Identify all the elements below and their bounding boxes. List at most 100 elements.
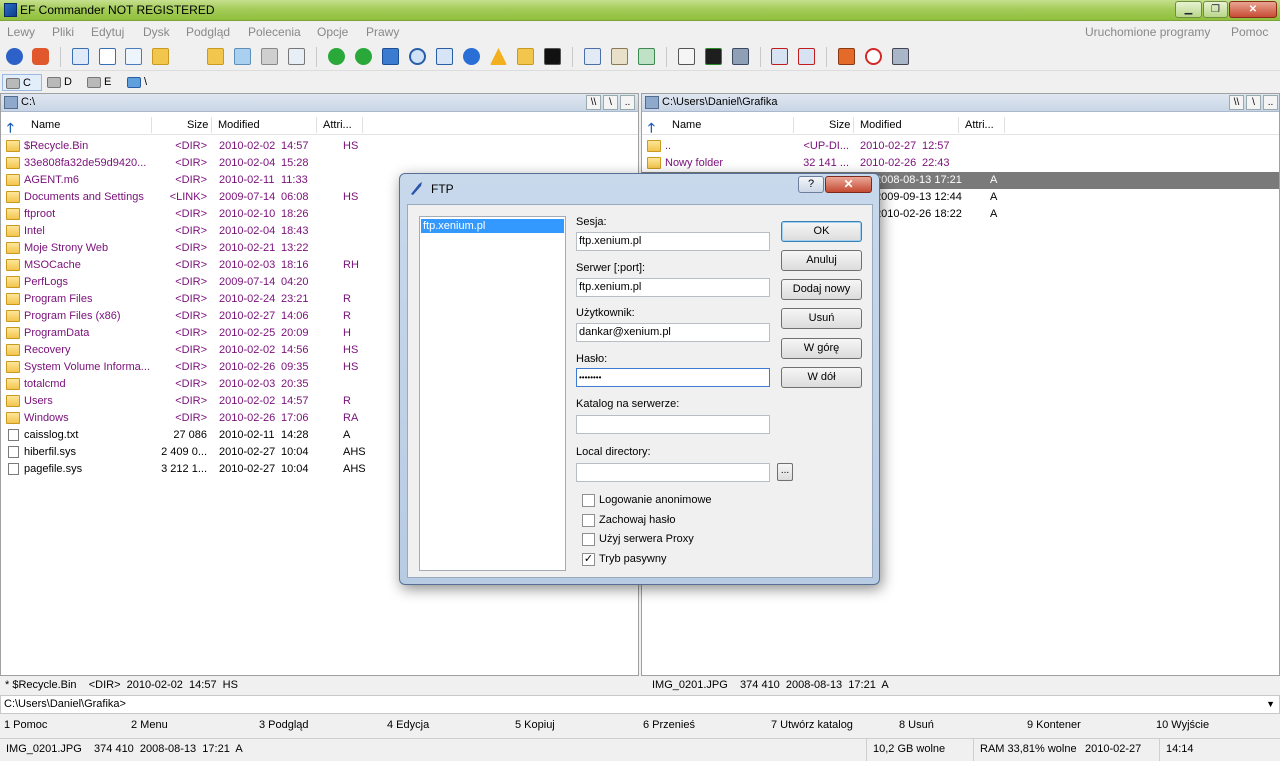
dialog-close-button[interactable]: ✕ (825, 176, 872, 193)
view-icon[interactable] (72, 48, 89, 65)
table-row[interactable]: $Recycle.Bin <DIR> 2010-02-02 14:57 HS (1, 138, 638, 155)
right-root-button[interactable]: \\ (1229, 95, 1244, 110)
header-name[interactable]: Name (672, 119, 701, 131)
menu-opcje[interactable]: Opcje (317, 25, 348, 39)
checkbox-box[interactable] (582, 533, 595, 546)
delete-button[interactable]: Usuń (781, 308, 862, 329)
local-dir-input[interactable] (576, 463, 770, 482)
cancel-button[interactable]: Anuluj (781, 250, 862, 271)
ok-button[interactable]: OK (781, 221, 862, 242)
compare-icon[interactable] (436, 48, 453, 65)
print-icon[interactable] (261, 48, 278, 65)
tools-icon[interactable] (838, 48, 855, 65)
fkey-view[interactable]: 3 Podgląd (259, 719, 309, 731)
ftp-disconnect-icon[interactable] (798, 48, 815, 65)
session-list[interactable]: ftp.xenium.pl (419, 216, 566, 571)
session-input[interactable]: ftp.xenium.pl (576, 232, 770, 251)
fkey-container[interactable]: 9 Kontener (1027, 719, 1081, 731)
back-arrow-icon[interactable] (328, 48, 345, 65)
header-modified[interactable]: Modified (860, 119, 902, 131)
menu-running-programs[interactable]: Uruchomione programy (1085, 25, 1210, 39)
properties-icon[interactable] (288, 48, 305, 65)
left-root-button[interactable]: \\ (586, 95, 601, 110)
book-icon[interactable] (99, 48, 116, 65)
terminal-icon[interactable] (705, 48, 722, 65)
browse-button[interactable]: ... (777, 463, 793, 481)
column-divider[interactable] (1004, 117, 1005, 133)
search-icon[interactable] (409, 48, 426, 65)
column-divider[interactable] (211, 117, 212, 133)
fkey-delete[interactable]: 8 Usuń (899, 719, 934, 731)
dialog-help-button[interactable]: ? (798, 176, 824, 193)
menu-prawy[interactable]: Prawy (366, 25, 399, 39)
archive-icon[interactable] (638, 48, 655, 65)
fkey-help[interactable]: 1 Pomoc (4, 719, 47, 731)
drive-e[interactable]: E (84, 74, 124, 91)
folder-search-icon[interactable] (517, 48, 534, 65)
table-row[interactable]: Nowy folder 32 141 ... 2010-02-26 22:43 (642, 155, 1279, 172)
menu-edytuj[interactable]: Edytuj (91, 25, 124, 39)
maximize-button[interactable]: ❐ (1203, 1, 1228, 18)
stop-icon[interactable] (865, 48, 882, 65)
sync-icon[interactable] (463, 48, 480, 65)
minimize-button[interactable]: ▁ (1175, 1, 1202, 18)
column-divider[interactable] (793, 117, 794, 133)
add-new-button[interactable]: Dodaj nowy (781, 279, 862, 300)
fkey-menu[interactable]: 2 Menu (131, 719, 168, 731)
drive-c[interactable]: C (2, 74, 42, 91)
new-folder-icon[interactable] (207, 48, 224, 65)
drive-d[interactable]: D (44, 74, 84, 91)
left-drive-root-button[interactable]: \ (603, 95, 618, 110)
move-down-button[interactable]: W dół (781, 367, 862, 388)
console-icon[interactable] (544, 48, 561, 65)
table-row[interactable]: .. <UP-DI... 2010-02-27 12:57 (642, 138, 1279, 155)
copy-icon[interactable] (152, 48, 169, 65)
cube-icon[interactable] (732, 48, 749, 65)
header-attributes[interactable]: Attri... (965, 119, 994, 131)
left-path-bar[interactable]: C:\ \\ \ .. (1, 94, 638, 112)
header-modified[interactable]: Modified (218, 119, 260, 131)
menu-lewy[interactable]: Lewy (7, 25, 35, 39)
right-parent-button[interactable]: .. (1263, 95, 1278, 110)
unpack-icon[interactable] (611, 48, 628, 65)
password-input[interactable]: •••••••• (576, 368, 770, 387)
menu-polecenia[interactable]: Polecenia (248, 25, 301, 39)
fkey-move[interactable]: 6 Przenieś (643, 719, 695, 731)
table-row[interactable]: 33e808fa32de59d9420... <DIR> 2010-02-04 15:… (1, 155, 638, 172)
power-icon[interactable] (32, 48, 49, 65)
recycle-icon[interactable] (234, 48, 251, 65)
passive-mode-checkbox[interactable]: ✓ Tryb pasywny (582, 553, 666, 567)
fkey-edit[interactable]: 4 Edycja (387, 719, 429, 731)
header-attributes[interactable]: Attri... (323, 119, 352, 131)
pack-icon[interactable] (584, 48, 601, 65)
column-divider[interactable] (853, 117, 854, 133)
session-item[interactable]: ftp.xenium.pl (421, 219, 564, 233)
help-icon[interactable] (6, 48, 23, 65)
menu-podglad[interactable]: Podgląd (186, 25, 230, 39)
settings-icon[interactable] (892, 48, 909, 65)
column-divider[interactable] (958, 117, 959, 133)
checkbox-box[interactable] (582, 514, 595, 527)
move-up-button[interactable]: W górę (781, 338, 862, 359)
use-proxy-checkbox[interactable]: Użyj serwera Proxy (582, 533, 694, 547)
save-password-checkbox[interactable]: Zachowaj hasło (582, 514, 675, 528)
right-path-bar[interactable]: C:\Users\Daniel\Grafika \\ \ .. (642, 94, 1279, 112)
user-input[interactable]: dankar@xenium.pl (576, 323, 770, 342)
edit-icon[interactable] (125, 48, 142, 65)
header-size[interactable]: Size (187, 119, 208, 131)
checkmark-icon[interactable]: ✓ (582, 553, 595, 566)
left-parent-button[interactable]: .. (620, 95, 635, 110)
server-input[interactable]: ftp.xenium.pl (576, 278, 770, 297)
header-name[interactable]: Name (31, 119, 60, 131)
close-button[interactable]: ✕ (1229, 1, 1277, 18)
menu-pliki[interactable]: Pliki (52, 25, 74, 39)
menu-pomoc[interactable]: Pomoc (1231, 25, 1268, 39)
right-drive-root-button[interactable]: \ (1246, 95, 1261, 110)
anonymous-login-checkbox[interactable]: Logowanie anonimowe (582, 494, 712, 508)
column-divider[interactable] (316, 117, 317, 133)
column-divider[interactable] (362, 117, 363, 133)
header-size[interactable]: Size (829, 119, 850, 131)
chevron-down-icon[interactable]: ▼ (1266, 696, 1275, 713)
refresh-icon[interactable] (382, 48, 399, 65)
fkey-mkdir[interactable]: 7 Utwórz katalog (771, 719, 853, 731)
